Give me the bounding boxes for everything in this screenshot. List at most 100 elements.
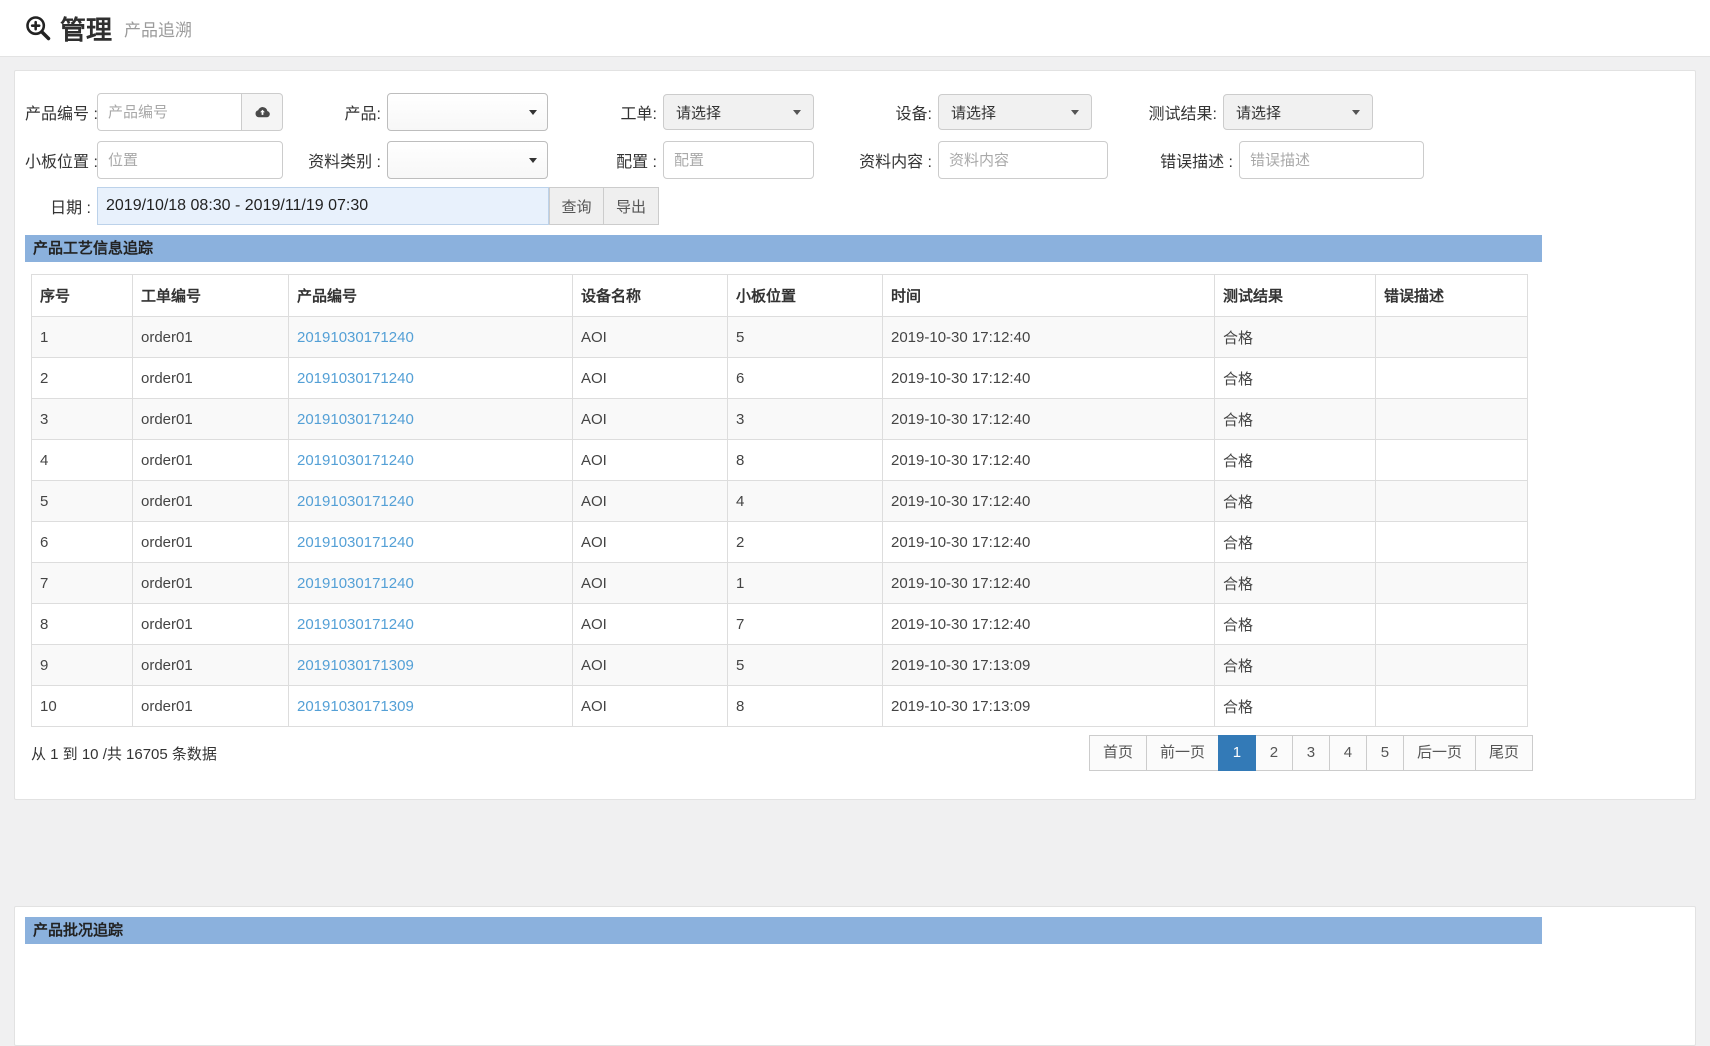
page-title: 管理 [60,10,112,47]
table-cell: 9 [32,645,133,686]
table-cell: 合格 [1215,440,1376,481]
chevron-down-icon [793,110,801,115]
test-result-dropdown[interactable]: 请选择 [1223,94,1373,130]
product-number-link[interactable]: 20191030171240 [297,616,414,633]
query-button[interactable]: 查询 [549,187,604,225]
product-number-link[interactable]: 20191030171240 [297,575,414,592]
page-button-3[interactable]: 3 [1292,735,1330,771]
table-cell: 7 [32,563,133,604]
table-cell: 2019-10-30 17:12:40 [883,358,1215,399]
product-number-link[interactable]: 20191030171309 [297,698,414,715]
table-cell: 合格 [1215,645,1376,686]
date-range-input[interactable] [97,187,549,225]
data-type-label: 资料类别 : [283,148,387,172]
process-table: 序号工单编号产品编号设备名称小板位置时间测试结果错误描述 1order01201… [31,274,1528,727]
table-cell: 2019-10-30 17:12:40 [883,604,1215,645]
table-cell: 20191030171240 [289,522,573,563]
filter-row-3: 日期 : 查询 导出 [25,187,1685,225]
product-select[interactable] [387,93,548,131]
chevron-down-icon [529,110,537,115]
product-no-input[interactable] [97,93,242,131]
page-button-后一页[interactable]: 后一页 [1403,735,1476,771]
page-button-首页[interactable]: 首页 [1089,735,1147,771]
table-cell: 7 [728,604,883,645]
table-cell: 20191030171309 [289,645,573,686]
page-button-前一页[interactable]: 前一页 [1146,735,1219,771]
table-cell: 20191030171240 [289,440,573,481]
table-cell: order01 [133,522,289,563]
data-content-input[interactable] [938,141,1108,179]
work-order-label: 工单: [548,100,663,124]
page-button-2[interactable]: 2 [1255,735,1293,771]
page-subtitle: 产品追溯 [124,16,192,41]
table-cell: AOI [573,399,728,440]
table-cell: AOI [573,645,728,686]
product-number-link[interactable]: 20191030171240 [297,370,414,387]
product-number-link[interactable]: 20191030171309 [297,657,414,674]
data-type-select[interactable] [387,141,548,179]
table-cell: 1 [32,317,133,358]
chevron-down-icon [529,158,537,163]
work-order-dropdown[interactable]: 请选择 [663,94,814,130]
table-cell: 2019-10-30 17:12:40 [883,522,1215,563]
table-cell: 3 [32,399,133,440]
cloud-upload-icon [253,103,272,122]
table-row: 4order0120191030171240AOI82019-10-30 17:… [32,440,1528,481]
table-cell [1376,686,1528,727]
table-cell: 20191030171240 [289,399,573,440]
product-number-link[interactable]: 20191030171240 [297,411,414,428]
record-count-summary: 从 1 到 10 /共 16705 条数据 [31,743,217,764]
product-number-link[interactable]: 20191030171240 [297,452,414,469]
config-input[interactable] [663,141,814,179]
export-button[interactable]: 导出 [604,187,659,225]
table-cell: 8 [32,604,133,645]
device-dropdown[interactable]: 请选择 [938,94,1092,130]
table-row: 3order0120191030171240AOI32019-10-30 17:… [32,399,1528,440]
table-row: 5order0120191030171240AOI42019-10-30 17:… [32,481,1528,522]
error-desc-input[interactable] [1239,141,1424,179]
table-cell: 1 [728,563,883,604]
table-cell [1376,358,1528,399]
table-cell: 10 [32,686,133,727]
table-cell: 合格 [1215,604,1376,645]
batch-trace-panel: 产品批况追踪 [14,906,1696,1046]
upload-button[interactable] [242,93,283,131]
table-cell: 20191030171240 [289,358,573,399]
table-cell: order01 [133,399,289,440]
product-number-link[interactable]: 20191030171240 [297,493,414,510]
table-cell: 合格 [1215,686,1376,727]
page-button-5[interactable]: 5 [1366,735,1404,771]
table-cell: 2 [32,358,133,399]
page-button-尾页[interactable]: 尾页 [1475,735,1533,771]
device-value: 请选择 [951,102,996,123]
table-footer: 从 1 到 10 /共 16705 条数据 首页前一页12345后一页尾页 [31,735,1533,771]
test-result-label: 测试结果: [1092,100,1223,124]
table-cell: AOI [573,317,728,358]
product-number-link[interactable]: 20191030171240 [297,329,414,346]
table-cell: 2019-10-30 17:13:09 [883,686,1215,727]
table-cell: 20191030171240 [289,317,573,358]
table-cell [1376,317,1528,358]
batch-section-banner: 产品批况追踪 [25,917,1542,944]
table-cell: 5 [728,317,883,358]
table-cell: 合格 [1215,522,1376,563]
page-button-1[interactable]: 1 [1218,735,1256,771]
product-label: 产品: [283,100,387,124]
table-cell: order01 [133,604,289,645]
page-button-4[interactable]: 4 [1329,735,1367,771]
board-pos-input[interactable] [97,141,283,179]
table-cell: 4 [728,481,883,522]
table-row: 2order0120191030171240AOI62019-10-30 17:… [32,358,1528,399]
table-cell: 5 [728,645,883,686]
date-label: 日期 : [25,194,97,218]
table-cell: 合格 [1215,358,1376,399]
table-row: 7order0120191030171240AOI12019-10-30 17:… [32,563,1528,604]
table-cell: 合格 [1215,563,1376,604]
table-cell: 20191030171240 [289,481,573,522]
table-cell: 4 [32,440,133,481]
table-cell: 3 [728,399,883,440]
table-cell: order01 [133,481,289,522]
product-no-label: 产品编号 : [25,100,97,124]
table-cell: 20191030171240 [289,604,573,645]
product-number-link[interactable]: 20191030171240 [297,534,414,551]
